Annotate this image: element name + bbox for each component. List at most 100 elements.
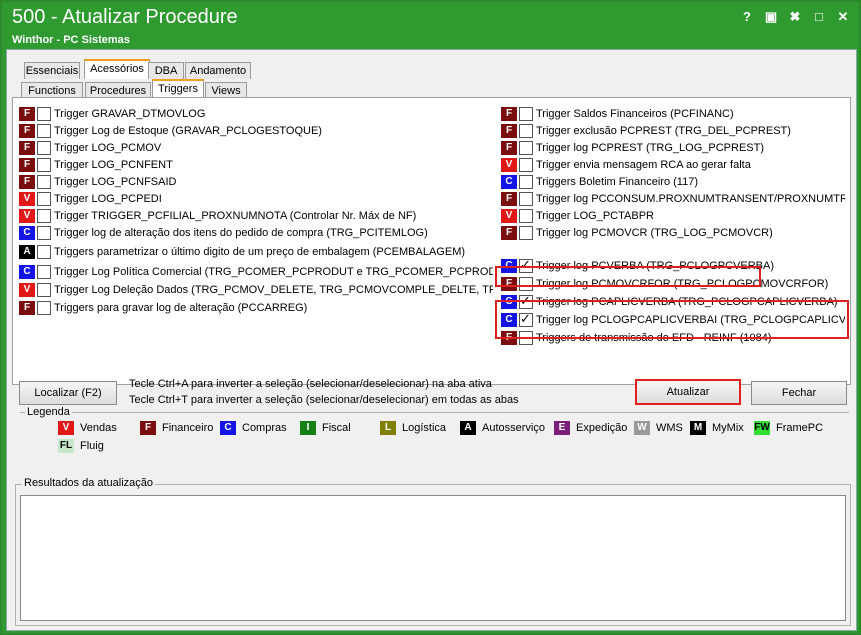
- category-badge-v: V: [58, 421, 74, 435]
- trigger-checkbox[interactable]: [519, 226, 533, 240]
- trigger-row[interactable]: F Trigger GRAVAR_DTMOVLOG: [19, 106, 493, 122]
- trigger-row[interactable]: F Trigger LOG_PCNFENT: [19, 157, 493, 173]
- legend-group: Legenda V Vendas F Financeiro C Compras I Fisca…: [20, 406, 849, 461]
- legend-label: Financeiro: [162, 422, 214, 434]
- trigger-row[interactable]: C Triggers Boletim Financeiro (117): [501, 174, 845, 190]
- legend-item: I Fiscal: [300, 421, 351, 435]
- trigger-checkbox[interactable]: [519, 107, 533, 121]
- results-textarea[interactable]: [20, 495, 846, 621]
- category-badge-c: C: [501, 175, 517, 189]
- trigger-label: Trigger LOG_PCPEDI: [54, 193, 162, 205]
- trigger-checkbox[interactable]: [37, 107, 51, 121]
- legend-item: FL Fluig: [58, 439, 104, 453]
- category-badge-f: F: [19, 158, 35, 172]
- legend-item: E Expedição: [554, 421, 627, 435]
- category-badge-f: F: [19, 175, 35, 189]
- trigger-checkbox[interactable]: [519, 209, 533, 223]
- trigger-label: Trigger envia mensagem RCA ao gerar falt…: [536, 159, 751, 171]
- legend-label: WMS: [656, 422, 683, 434]
- legend-label: Autosserviço: [482, 422, 545, 434]
- category-badge-c: C: [19, 226, 35, 240]
- trigger-checkbox[interactable]: [37, 301, 51, 315]
- maximize-icon[interactable]: □: [810, 8, 828, 26]
- trigger-label: Trigger TRIGGER_PCFILIAL_PROXNUMNOTA (Co…: [54, 210, 417, 222]
- trigger-row[interactable]: F Trigger LOG_PCMOV: [19, 140, 493, 156]
- trigger-checkbox[interactable]: [519, 175, 533, 189]
- category-badge-a: A: [460, 421, 476, 435]
- legend-title: Legenda: [25, 406, 72, 418]
- fechar-button[interactable]: Fechar: [751, 381, 847, 405]
- tab-acessorios[interactable]: Acessórios: [84, 59, 150, 79]
- trigger-row[interactable]: V Trigger LOG_PCPEDI: [19, 191, 493, 207]
- trigger-checkbox[interactable]: [37, 265, 51, 279]
- trigger-checkbox[interactable]: [37, 141, 51, 155]
- trigger-row[interactable]: F Trigger LOG_PCNFSAID: [19, 174, 493, 190]
- trigger-checkbox[interactable]: [37, 283, 51, 297]
- category-badge-v: V: [19, 283, 35, 297]
- trigger-checkbox[interactable]: [519, 124, 533, 138]
- legend-label: Fluig: [80, 440, 104, 452]
- trigger-row[interactable]: V Trigger envia mensagem RCA ao gerar fal…: [501, 157, 845, 173]
- hint-ctrl-t: Tecle Ctrl+T para inverter a seleção (se…: [129, 394, 519, 406]
- trigger-row[interactable]: V Trigger Log Deleção Dados (TRG_PCMOV_DE…: [19, 282, 493, 298]
- category-badge-f: F: [19, 301, 35, 315]
- results-group: Resultados da atualização: [15, 477, 851, 626]
- trigger-row[interactable]: F Trigger log PCPREST (TRG_LOG_PCPREST): [501, 140, 845, 156]
- highlight-box-pcverba: [495, 266, 761, 287]
- trigger-label: Trigger LOG_PCNFSAID: [54, 176, 177, 188]
- trigger-row[interactable]: F Trigger log PCMOVCR (TRG_LOG_PCMOVCR): [501, 225, 845, 241]
- trigger-checkbox[interactable]: [37, 124, 51, 138]
- trigger-checkbox[interactable]: [519, 158, 533, 172]
- category-badge-f: F: [501, 141, 517, 155]
- category-badge-c: C: [220, 421, 236, 435]
- tab-dba[interactable]: DBA: [148, 62, 184, 79]
- trigger-checkbox[interactable]: [37, 175, 51, 189]
- category-badge-i: I: [300, 421, 316, 435]
- legend-item: A Autosserviço: [460, 421, 545, 435]
- triggers-panel: F Trigger GRAVAR_DTMOVLOG F Trigger Log de …: [12, 97, 851, 385]
- trigger-checkbox[interactable]: [519, 192, 533, 206]
- localizar-button[interactable]: Localizar (F2): [19, 381, 117, 405]
- category-badge-v: V: [501, 158, 517, 172]
- trigger-row[interactable]: C Trigger Log Política Comercial (TRG_PCO…: [19, 264, 493, 280]
- trigger-checkbox[interactable]: [37, 158, 51, 172]
- help-icon[interactable]: ?: [738, 8, 756, 26]
- trigger-label: Triggers parametrizar o último digito de…: [54, 246, 466, 258]
- trigger-row[interactable]: F Triggers para gravar log de alteração (…: [19, 300, 493, 316]
- trigger-label: Trigger LOG_PCTABPR: [536, 210, 654, 222]
- trigger-checkbox[interactable]: [37, 245, 51, 259]
- category-badge-w: W: [634, 421, 650, 435]
- tab-andamento[interactable]: Andamento: [185, 62, 251, 79]
- trigger-checkbox[interactable]: [37, 209, 51, 223]
- highlight-box-pcaplicverba: [495, 300, 849, 339]
- trigger-label: Trigger log de alteração dos itens do pe…: [54, 227, 428, 239]
- trigger-row[interactable]: C Trigger log de alteração dos itens do p…: [19, 225, 493, 241]
- legend-item: FW FramePC: [754, 421, 823, 435]
- trigger-label: Triggers Boletim Financeiro (117): [536, 176, 699, 188]
- trigger-row[interactable]: A Triggers parametrizar o último digito d…: [19, 244, 493, 260]
- title-bar: 500 - Atualizar Procedure Winthor - PC S…: [2, 2, 859, 48]
- trigger-checkbox[interactable]: [37, 226, 51, 240]
- trigger-label: Trigger log PCPREST (TRG_LOG_PCPREST): [536, 142, 765, 154]
- trigger-row[interactable]: V Trigger TRIGGER_PCFILIAL_PROXNUMNOTA (C…: [19, 208, 493, 224]
- close-icon[interactable]: ✕: [834, 8, 852, 26]
- tab-triggers[interactable]: Triggers: [152, 79, 204, 99]
- trigger-row[interactable]: V Trigger LOG_PCTABPR: [501, 208, 845, 224]
- trigger-row[interactable]: F Trigger Log de Estoque (GRAVAR_PCLOGEST…: [19, 123, 493, 139]
- trigger-checkbox[interactable]: [37, 192, 51, 206]
- legend-item: V Vendas: [58, 421, 117, 435]
- trigger-row[interactable]: F Trigger Saldos Financeiros (PCFINANC): [501, 106, 845, 122]
- tab-essenciais[interactable]: Essenciais: [24, 62, 80, 79]
- atualizar-button[interactable]: Atualizar: [635, 379, 741, 405]
- legend-label: Fiscal: [322, 422, 351, 434]
- trigger-checkbox[interactable]: [519, 141, 533, 155]
- window-title: 500 - Atualizar Procedure: [12, 6, 238, 28]
- trigger-label: Trigger Saldos Financeiros (PCFINANC): [536, 108, 734, 120]
- edit-icon[interactable]: ▣: [762, 8, 780, 26]
- trigger-label: Trigger Log Política Comercial (TRG_PCOM…: [54, 266, 493, 278]
- legend-item: W WMS: [634, 421, 683, 435]
- tools-icon[interactable]: ✖: [786, 8, 804, 26]
- trigger-row[interactable]: F Trigger exclusão PCPREST (TRG_DEL_PCPRE…: [501, 123, 845, 139]
- legend-label: Compras: [242, 422, 287, 434]
- trigger-row[interactable]: F Trigger log PCCONSUM.PROXNUMTRANSENT/PR…: [501, 191, 845, 207]
